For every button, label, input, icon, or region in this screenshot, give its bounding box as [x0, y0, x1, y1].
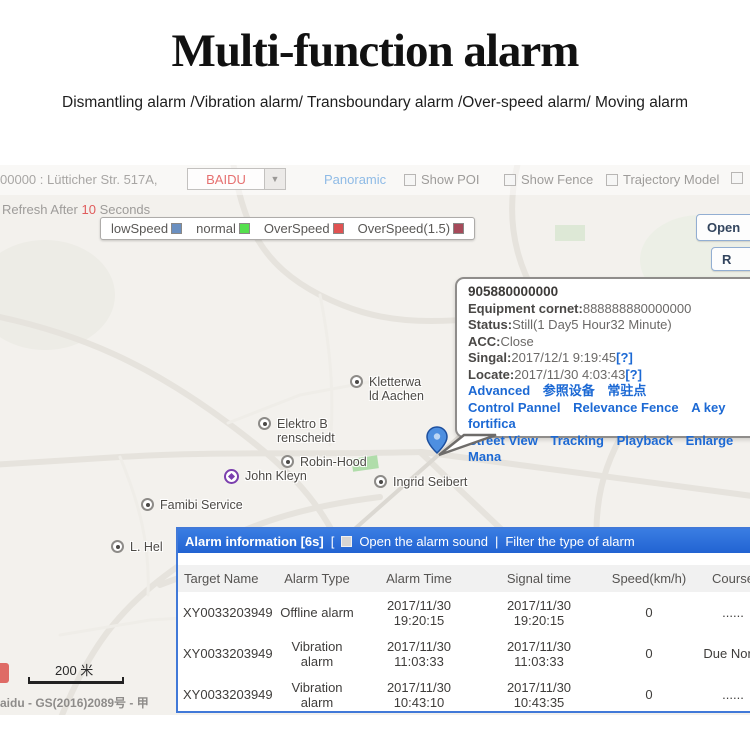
poi-dot-icon[interactable] — [141, 498, 154, 511]
enlarge-link[interactable]: Enlarge — [686, 433, 734, 448]
manage-link[interactable]: Mana — [468, 449, 501, 464]
poi-dot-icon[interactable] — [350, 375, 363, 388]
edge-checkbox[interactable] — [731, 172, 743, 184]
chevron-down-icon[interactable]: ▼ — [264, 169, 285, 189]
normal-swatch — [239, 223, 250, 234]
poi-john-kleyn[interactable]: John Kleyn — [224, 469, 307, 484]
col-alarm-time: Alarm Time — [360, 571, 478, 586]
acc-line: ACC:Close — [468, 334, 750, 351]
table-row[interactable]: XY0033203949 Offline alarm 2017/11/30 19… — [178, 592, 750, 633]
tracking-link[interactable]: Tracking — [550, 433, 603, 448]
legend-item-lowspeed: lowSpeed — [111, 221, 182, 236]
poi-kletterwald-aachen[interactable]: Kletterwa ld Aachen — [350, 375, 424, 403]
poi-dot-icon[interactable] — [281, 455, 294, 468]
advanced-link[interactable]: Advanced — [468, 383, 530, 398]
edge-option-clipped[interactable] — [731, 172, 743, 184]
alarm-information-panel: Alarm information [6s] [ Open the alarm … — [176, 527, 750, 713]
poi-l-hel[interactable]: L. Hel — [111, 540, 163, 554]
legend-item-overspeed: OverSpeed — [264, 221, 344, 236]
bracket-text: [ — [331, 534, 335, 549]
poi-dot-icon[interactable] — [374, 475, 387, 488]
open-button[interactable]: Open — [696, 214, 750, 241]
street-view-link[interactable]: Street View — [468, 433, 538, 448]
signal-line: Singal:2017/12/1 9:19:45[?] — [468, 350, 750, 367]
alarm-sound-checkbox[interactable] — [341, 536, 352, 547]
locate-line: Locate:2017/11/30 4:03:43[?] — [468, 367, 750, 384]
panoramic-link[interactable]: Panoramic — [324, 172, 386, 187]
map-logo-fragment — [0, 663, 9, 683]
alarm-table-header: Target Name Alarm Type Alarm Time Signal… — [178, 565, 750, 592]
table-row[interactable]: XY0033203949 Vibration alarm 2017/11/30 … — [178, 633, 750, 674]
legend-item-normal: normal — [196, 221, 250, 236]
table-row[interactable]: XY0033203949 Vibration alarm 2017/11/30 … — [178, 674, 750, 715]
show-fence-checkbox[interactable] — [504, 174, 516, 186]
signal-help-link[interactable]: [?] — [616, 350, 633, 365]
equipment-line: Equipment cornet:888888880000000 — [468, 301, 750, 318]
map-provider-dropdown[interactable]: BAIDU ▼ — [187, 168, 286, 190]
page: Multi-function alarm Dismantling alarm /… — [0, 0, 750, 750]
status-line: Status:Still(1 Day5 Hour32 Minute) — [468, 317, 750, 334]
refresh-status-text: Refresh After 10 Seconds — [2, 202, 150, 217]
popup-links-row1: Advanced 参照设备 常驻点 — [468, 383, 750, 400]
device-address-text: 00000 : Lütticher Str. 517A, — [0, 172, 158, 187]
popup-links-row3: Street View Tracking Playback Enlarge Ma… — [468, 433, 750, 466]
map-copyright: aidu - GS(2016)2089号 - 甲 — [0, 694, 149, 711]
playback-link[interactable]: Playback — [617, 433, 673, 448]
alarm-panel-titlebar: Alarm information [6s] [ Open the alarm … — [178, 529, 750, 553]
map-scale-bar — [28, 677, 124, 684]
col-signal-time: Signal time — [478, 571, 600, 586]
refresh-seconds-value: 10 — [81, 202, 95, 217]
overspeed-swatch — [333, 223, 344, 234]
show-fence-option[interactable]: Show Fence — [504, 172, 593, 187]
trajectory-model-label: Trajectory Model — [623, 172, 719, 187]
show-poi-label: Show POI — [421, 172, 480, 187]
trajectory-model-option[interactable]: Trajectory Model — [606, 172, 719, 187]
poi-robin-hood[interactable]: Robin-Hood — [281, 455, 367, 469]
page-subtitle: Dismantling alarm /Vibration alarm/ Tran… — [0, 94, 750, 112]
trajectory-model-checkbox[interactable] — [606, 174, 618, 186]
poi-elektro-brenscheidt[interactable]: Elektro B renscheidt — [258, 417, 335, 445]
map-provider-value: BAIDU — [188, 172, 264, 187]
alarm-sound-label: Open the alarm sound — [359, 534, 488, 549]
page-title: Multi-function alarm — [0, 24, 750, 78]
lowspeed-swatch — [171, 223, 182, 234]
legend-item-overspeed15: OverSpeed(1.5) — [358, 221, 465, 236]
overspeed15-swatch — [453, 223, 464, 234]
col-speed: Speed(km/h) — [600, 571, 698, 586]
col-alarm-type: Alarm Type — [274, 571, 360, 586]
device-id: 905880000000 — [468, 284, 750, 301]
filter-alarm-link[interactable]: Filter the type of alarm — [505, 534, 634, 549]
poi-dot-icon[interactable] — [111, 540, 124, 553]
resident-point-link[interactable]: 常驻点 — [607, 383, 646, 398]
ranging-button[interactable]: R — [711, 247, 750, 271]
titlebar-divider: | — [495, 534, 498, 549]
alarm-panel-title: Alarm information [6s] — [185, 534, 324, 549]
show-poi-option[interactable]: Show POI — [404, 172, 480, 187]
poi-ingrid-seibert[interactable]: Ingrid Seibert — [374, 475, 467, 489]
poi-famibi-service[interactable]: Famibi Service — [141, 498, 243, 512]
show-fence-label: Show Fence — [521, 172, 593, 187]
map-canvas[interactable]: 00000 : Lütticher Str. 517A, BAIDU ▼ Pan… — [0, 165, 750, 715]
reference-device-link[interactable]: 参照设备 — [543, 383, 595, 398]
control-panel-link[interactable]: Control Pannel — [468, 400, 560, 415]
transit-station-icon[interactable] — [224, 469, 239, 484]
speed-legend: lowSpeed normal OverSpeed OverSpeed(1.5) — [100, 217, 475, 240]
locate-help-link[interactable]: [?] — [625, 367, 642, 382]
col-target-name: Target Name — [178, 571, 274, 586]
device-info-popup: 905880000000 Equipment cornet:8888888800… — [455, 277, 750, 438]
hero-header: Multi-function alarm Dismantling alarm /… — [0, 0, 750, 165]
poi-dot-icon[interactable] — [258, 417, 271, 430]
col-course: Course — [698, 571, 750, 586]
relevance-fence-link[interactable]: Relevance Fence — [573, 400, 679, 415]
popup-links-row2: Control Pannel Relevance Fence A key for… — [468, 400, 750, 433]
show-poi-checkbox[interactable] — [404, 174, 416, 186]
